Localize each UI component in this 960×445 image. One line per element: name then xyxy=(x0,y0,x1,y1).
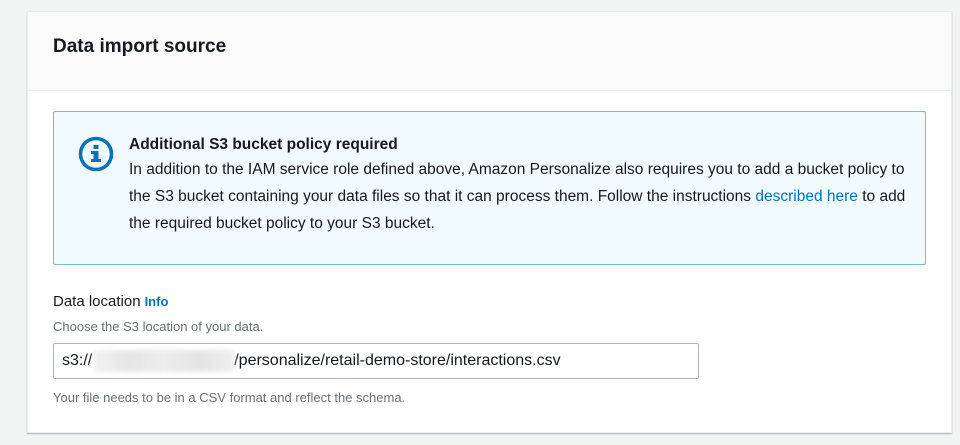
alert-message: In addition to the IAM service role defi… xyxy=(129,156,909,237)
data-location-label: Data location Info xyxy=(53,293,168,310)
described-here-link[interactable]: described here xyxy=(755,188,858,205)
alert-title: Additional S3 bucket policy required xyxy=(129,136,398,153)
info-alert: Additional S3 bucket policy required In … xyxy=(53,111,926,265)
info-link[interactable]: Info xyxy=(145,294,169,309)
data-location-hint: Your file needs to be in a CSV format an… xyxy=(53,390,406,405)
data-location-label-text: Data location xyxy=(53,293,141,310)
panel-title: Data import source xyxy=(53,36,227,57)
data-location-description: Choose the S3 location of your data. xyxy=(53,319,264,334)
redacted-bucket-name xyxy=(94,350,235,372)
input-value-suffix: /personalize/retail-demo-store/interacti… xyxy=(234,352,561,369)
info-circle-icon xyxy=(78,136,114,172)
input-value-prefix: s3:// xyxy=(62,352,93,369)
data-import-source-panel: Data import source Additional S3 bucket … xyxy=(27,11,952,433)
data-location-input[interactable]: s3:// /personalize/retail-demo-store/inte… xyxy=(53,343,699,379)
